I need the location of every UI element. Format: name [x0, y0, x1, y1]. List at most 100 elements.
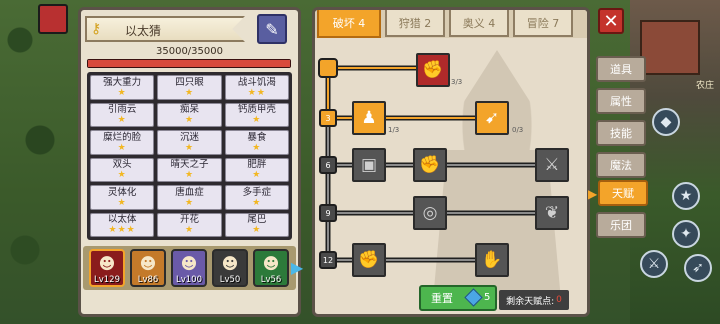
hp-bar-fill	[88, 60, 290, 67]
talent-node-handshake[interactable]: ✊	[416, 53, 450, 87]
level-marker: 3	[319, 109, 337, 127]
trait-cell[interactable]: 暴食 ★	[224, 130, 289, 155]
side-tab-band[interactable]: 乐团	[596, 212, 646, 238]
character-level: Lv129	[94, 275, 120, 285]
trait-stars: ★	[117, 115, 127, 126]
trait-name: 晴天之子	[170, 159, 209, 171]
traits-grid: 强大重力 ★ 四只眼 ★ 战斗饥渴 ★★ 引雨云 ★ 痴呆 ★ 钙质甲壳 ★ 糜烂的脸 ★ 沉迷 ★ 暴食 ★ 双头…	[87, 72, 292, 240]
trait-cell[interactable]: 四只眼 ★	[157, 75, 222, 100]
trait-stars: ★	[252, 142, 262, 153]
muscle-icon: ♟	[361, 108, 377, 128]
trait-cell[interactable]: 痴呆 ★	[157, 102, 222, 127]
trait-cell[interactable]: 双头 ★	[90, 157, 155, 182]
ring-icon: ◎	[422, 203, 438, 223]
trait-cell[interactable]: 引雨云 ★	[90, 102, 155, 127]
trait-stars: ★	[184, 115, 195, 126]
trait-stars: ★	[117, 197, 127, 208]
roster-character[interactable]: ☻ Lv100	[171, 249, 207, 287]
shield-icon[interactable]: ◆	[652, 108, 680, 136]
talent-node-grab[interactable]: ✋	[475, 243, 509, 277]
trait-name: 灵体化	[107, 186, 137, 198]
grab-icon: ✋	[481, 250, 503, 270]
trait-cell[interactable]: 强大重力 ★	[90, 75, 155, 100]
trait-stars: ★	[184, 197, 195, 208]
trait-name: 多手症	[242, 186, 272, 198]
trait-name: 钙质甲壳	[237, 104, 276, 116]
trait-name: 战斗饥渴	[237, 76, 276, 88]
wings-icon: ❦	[544, 203, 560, 223]
talent-node-slash[interactable]: ⚔	[535, 148, 569, 182]
trait-cell[interactable]: 灵体化 ★	[90, 185, 155, 210]
node-count: 0/3	[512, 126, 524, 134]
skill-icon[interactable]: ✦	[672, 220, 700, 248]
roster-character[interactable]: ☻ Lv50	[212, 249, 248, 287]
trait-stars: ★	[117, 170, 127, 181]
reset-label: 重置	[431, 292, 453, 305]
trait-stars: ★	[252, 197, 262, 208]
trait-name: 痴呆	[179, 104, 199, 116]
talent-node-punch[interactable]: ✊	[413, 148, 447, 182]
points-value: 0	[556, 295, 562, 305]
key-icon: ⚷	[91, 21, 102, 37]
trait-stars: ★★★	[108, 225, 136, 236]
talent-node-fist[interactable]: ✊	[352, 243, 386, 277]
side-tab-magic[interactable]: 魔法	[596, 152, 646, 178]
trait-cell[interactable]: 糜烂的脸 ★	[90, 130, 155, 155]
talent-node-shield[interactable]: ▣	[352, 148, 386, 182]
roster-character[interactable]: ☻ Lv56	[253, 249, 289, 287]
level-marker: 12	[319, 251, 337, 269]
trait-stars: ★	[184, 87, 195, 98]
trait-cell[interactable]: 唐血症 ★	[157, 185, 222, 210]
talent-node-wings[interactable]: ❦	[535, 196, 569, 230]
trait-stars: ★	[252, 225, 262, 236]
close-button[interactable]: ✕	[598, 8, 624, 34]
node-count: 3/3	[451, 78, 463, 86]
hp-text: 35000/35000	[156, 46, 223, 57]
trait-stars: ★	[184, 142, 195, 153]
side-tab-items[interactable]: 道具	[596, 56, 646, 82]
trait-cell[interactable]: 战斗饥渴 ★★	[224, 75, 289, 100]
roster-character[interactable]: ☻ Lv129	[89, 249, 125, 287]
house-building	[640, 20, 700, 75]
edit-button[interactable]: ✎	[257, 14, 287, 44]
trait-stars: ★	[252, 115, 262, 126]
trait-cell[interactable]: 多手症 ★	[224, 185, 289, 210]
side-tab-skills[interactable]: 技能	[596, 120, 646, 146]
trait-stars: ★	[117, 142, 127, 153]
side-tab-talent[interactable]: 天赋	[598, 180, 648, 206]
roster-character[interactable]: ☻ Lv86	[130, 249, 166, 287]
sword-icon[interactable]: ⚔	[640, 250, 668, 278]
trait-cell[interactable]: 开花 ★	[157, 212, 222, 237]
arrow-icon: ➹	[484, 108, 500, 128]
talent-node-arrow[interactable]: ➹	[475, 101, 509, 135]
trait-cell[interactable]: 晴天之子 ★	[157, 157, 222, 182]
shield-icon: ▣	[360, 155, 378, 175]
name-banner: ⚷ 以太猜	[85, 16, 245, 42]
talent-node-ring[interactable]: ◎	[413, 196, 447, 230]
remaining-points: 剩余天赋点: 0	[499, 290, 569, 310]
fist-icon: ✊	[419, 155, 441, 175]
trait-cell[interactable]: 沉迷 ★	[157, 130, 222, 155]
trait-stars: ★	[184, 225, 195, 236]
trait-cell[interactable]: 肥胖 ★	[224, 157, 289, 182]
player-avatar[interactable]	[38, 4, 68, 34]
reset-cost: 5	[484, 292, 491, 303]
trait-name: 沉迷	[179, 131, 199, 143]
slash-icon: ⚔	[544, 155, 560, 175]
star-icon[interactable]: ★	[672, 182, 700, 210]
trait-cell[interactable]: 钙质甲壳 ★	[224, 102, 289, 127]
trait-cell[interactable]: 以太体 ★★★	[90, 212, 155, 237]
points-label: 剩余天赋点:	[506, 296, 555, 307]
talent-node-muscle[interactable]: ♟	[352, 101, 386, 135]
side-tab-attributes[interactable]: 属性	[596, 88, 646, 114]
talent-panel: 破坏 4 狩猎 2 奥义 4 冒险 7 3 6 9 12 ✊ 3/3 ♟ 1/3…	[312, 7, 590, 317]
active-tab-arrow-icon: ▶	[588, 187, 598, 201]
trait-name: 引雨云	[107, 104, 137, 116]
trait-stars: ★	[252, 170, 262, 181]
roster-next-arrow-icon[interactable]: ▶	[291, 254, 303, 280]
trait-cell[interactable]: 尾巴 ★	[224, 212, 289, 237]
reset-button[interactable]: 重置 5	[419, 285, 497, 311]
trait-name: 唐血症	[175, 186, 204, 198]
character-level: Lv50	[219, 275, 241, 285]
bow-icon[interactable]: ➶	[684, 254, 712, 282]
